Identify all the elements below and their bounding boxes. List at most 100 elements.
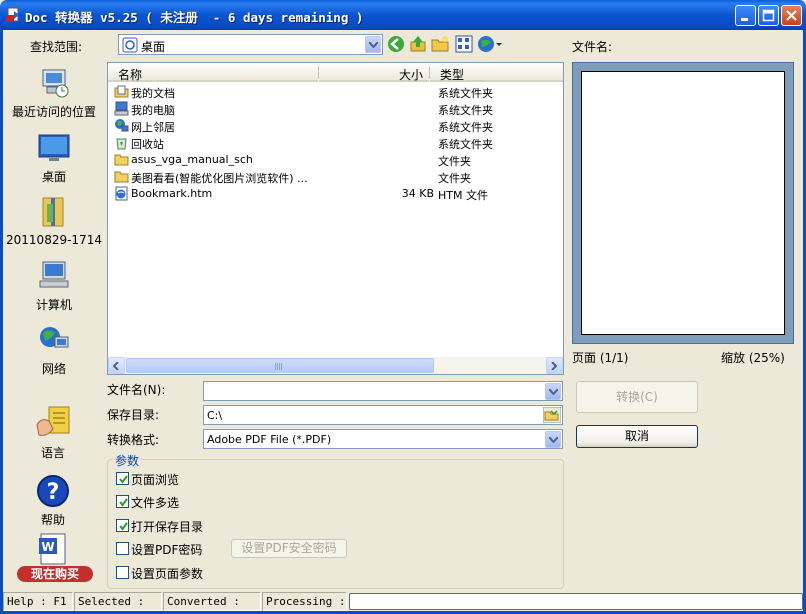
recent-places-icon — [42, 69, 69, 98]
title-bar[interactable]: Doc 转换器 v5.25 ( 未注册 - 6 days remaining ) — [0, 0, 806, 30]
file-name: 网上邻居 — [131, 121, 175, 134]
checkmark-icon — [119, 522, 128, 531]
checkbox-label: 页面浏览 — [131, 473, 180, 487]
buy-now-button[interactable]: 现在购买 — [17, 566, 93, 582]
close-button[interactable] — [781, 5, 802, 26]
lookin-label: 查找范围: — [30, 40, 83, 54]
word-document-icon: W — [39, 533, 66, 565]
file-name: 我的文档 — [131, 87, 175, 100]
preview-page — [581, 71, 785, 335]
maximize-button[interactable] — [758, 5, 779, 26]
desktop-icon — [38, 134, 70, 161]
zoom-indicator: 缩放 (25%) — [721, 351, 785, 365]
place-label: 网络 — [41, 362, 66, 376]
place-help[interactable]: ? 帮助 — [3, 474, 103, 528]
file-row[interactable]: 回收站 系统文件夹 — [108, 134, 563, 151]
place-language[interactable]: 语言 — [3, 405, 103, 461]
scroll-thumb[interactable] — [126, 358, 434, 373]
place-label: 帮助 — [40, 513, 65, 527]
new-folder-icon[interactable] — [430, 34, 450, 54]
place-folder-20110829[interactable]: 20110829-1714 — [4, 196, 104, 247]
format-select[interactable]: Adobe PDF File (*.PDF) — [203, 429, 563, 449]
file-type: HTM 文件 — [438, 189, 488, 202]
filename-combo[interactable] — [203, 381, 563, 401]
progress-bar — [349, 593, 803, 610]
network-places-icon — [115, 119, 129, 132]
svg-text:W: W — [41, 540, 54, 554]
file-size: 34 KB — [401, 187, 434, 200]
file-row[interactable]: 网上邻居 系统文件夹 — [108, 117, 563, 134]
place-computer[interactable]: 计算机 — [4, 259, 104, 313]
place-label: 语言 — [40, 446, 65, 460]
minimize-button[interactable] — [735, 5, 756, 26]
file-type: 文件夹 — [438, 155, 471, 168]
view-menu-icon[interactable] — [454, 34, 474, 54]
folder-icon — [114, 154, 129, 166]
minimize-icon — [741, 18, 748, 21]
column-header-name[interactable]: 名称 — [108, 63, 318, 82]
column-name-label: 名称 — [118, 68, 143, 82]
checkbox-box[interactable] — [116, 542, 129, 555]
file-row[interactable]: 美图看看(智能优化图片浏览软件) ... 文件夹 — [108, 168, 563, 185]
file-row[interactable]: 我的文档 系统文件夹 — [108, 83, 563, 100]
close-icon — [786, 10, 797, 21]
desktop-small-icon — [122, 37, 138, 53]
column-size-label: 大小 — [398, 68, 423, 82]
my-documents-icon — [114, 85, 129, 98]
status-converted: Converted : — [163, 592, 261, 611]
lookin-combo[interactable]: 桌面 — [118, 34, 383, 55]
format-dropdown-button[interactable] — [545, 431, 561, 448]
place-recent[interactable]: 最近访问的位置 — [4, 66, 104, 120]
column-type-label: 类型 — [440, 68, 465, 82]
place-label: 桌面 — [41, 170, 66, 184]
browse-folder-icon[interactable] — [543, 407, 561, 423]
scroll-grip — [275, 363, 283, 370]
column-header-type[interactable]: 类型 — [430, 63, 563, 82]
tools-globe-icon[interactable] — [477, 34, 503, 54]
lookin-dropdown-button[interactable] — [365, 36, 381, 53]
place-network[interactable]: 网络 — [4, 323, 104, 377]
set-pdf-password-button[interactable]: 设置PDF安全密码 — [231, 539, 347, 558]
cancel-button[interactable]: 取消 — [576, 425, 698, 448]
checkbox-box[interactable] — [116, 519, 129, 532]
file-row[interactable]: Bookmark.htm 34 KB HTM 文件 — [108, 185, 563, 202]
place-desktop[interactable]: 桌面 — [4, 131, 104, 185]
file-row[interactable]: asus_vga_manual_sch 文件夹 — [108, 151, 563, 168]
file-list[interactable]: 名称 大小 类型 我的文档 系统文件夹 我的电脑 系统文件夹 网上邻居 系统文件… — [107, 62, 564, 375]
place-label: 20110829-1714 — [6, 233, 102, 247]
maximize-icon — [762, 9, 775, 22]
page-indicator: 页面 (1/1) — [572, 351, 629, 365]
preview-panel — [572, 62, 794, 344]
file-row[interactable]: 我的电脑 系统文件夹 — [108, 100, 563, 117]
convert-button[interactable]: 转换(C) — [576, 381, 698, 413]
chevron-down-icon — [369, 42, 378, 48]
checkbox-box[interactable] — [116, 495, 129, 508]
file-type: 系统文件夹 — [438, 138, 493, 151]
recycle-bin-icon — [116, 138, 127, 150]
file-name: 美图看看(智能优化图片浏览软件) ... — [131, 172, 308, 185]
computer-icon — [39, 261, 69, 288]
cancel-label: 取消 — [624, 429, 649, 443]
arrow-left-icon — [113, 362, 119, 370]
file-type: 系统文件夹 — [438, 121, 493, 134]
horizontal-scrollbar[interactable] — [108, 357, 563, 374]
scroll-left-button[interactable] — [108, 357, 125, 374]
filename-dropdown-button[interactable] — [545, 383, 561, 400]
column-header-size[interactable]: 大小 — [319, 63, 429, 82]
status-bar: Help : F1 Selected : Converted : Process… — [3, 592, 803, 611]
up-folder-icon[interactable] — [408, 34, 428, 54]
file-name: Bookmark.htm — [131, 187, 213, 200]
buy-now-label: 现在购买 — [30, 567, 79, 581]
file-name: asus_vga_manual_sch — [131, 153, 253, 166]
language-icon — [36, 406, 70, 436]
preview-filename-label: 文件名: — [572, 40, 613, 54]
network-icon — [40, 327, 69, 348]
place-label: 计算机 — [35, 298, 72, 312]
checkbox-box[interactable] — [116, 472, 129, 485]
app-icon — [6, 7, 19, 22]
back-icon[interactable] — [386, 34, 406, 54]
chevron-down-icon — [549, 389, 558, 395]
savedir-input[interactable]: C:\ — [203, 405, 563, 425]
scroll-right-button[interactable] — [546, 357, 563, 374]
checkbox-box[interactable] — [116, 566, 129, 579]
